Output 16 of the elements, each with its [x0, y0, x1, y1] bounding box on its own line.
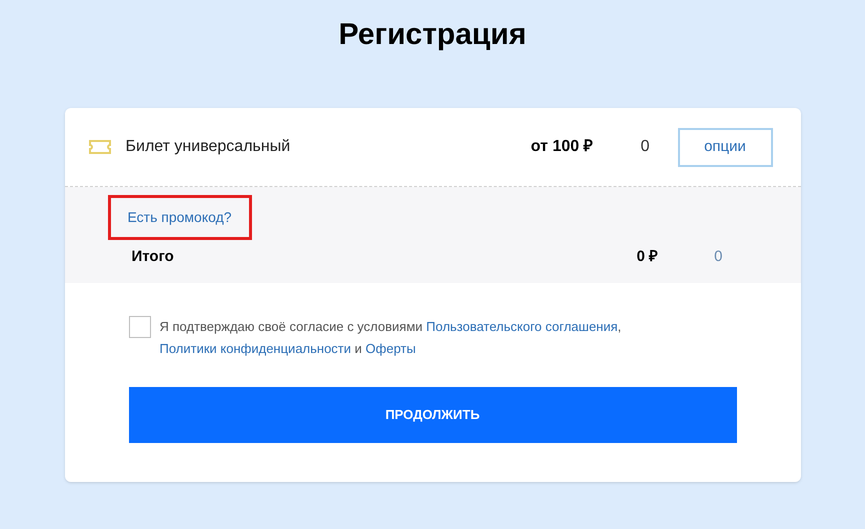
consent-link[interactable]: Оферты: [366, 341, 416, 356]
options-button[interactable]: опции: [678, 128, 772, 166]
total-quantity: 0: [714, 247, 722, 267]
page-title: Регистрация: [338, 17, 526, 53]
ticket-price: от 100 ₽: [530, 137, 593, 157]
promo-code-link[interactable]: Есть промокод?: [108, 195, 252, 240]
ticket-icon: [88, 140, 110, 154]
consent-link[interactable]: Пользовательского соглашения: [426, 319, 618, 334]
consent-link[interactable]: Политики конфиденциальности: [160, 341, 352, 356]
total-amount: 0 ₽: [636, 247, 658, 267]
consent-checkbox[interactable]: [128, 316, 150, 338]
consent-text: Я подтверждаю своё согласие с условиями Пользовательского соглашения, Политики конфиденциальности и Оферты: [160, 318, 622, 358]
ticket-quantity: 0: [640, 137, 650, 157]
continue-button[interactable]: ПРОДОЛЖИТЬ: [128, 387, 736, 443]
ticket-name: Билет универсальный: [126, 137, 290, 157]
total-label: Итого: [132, 247, 174, 267]
